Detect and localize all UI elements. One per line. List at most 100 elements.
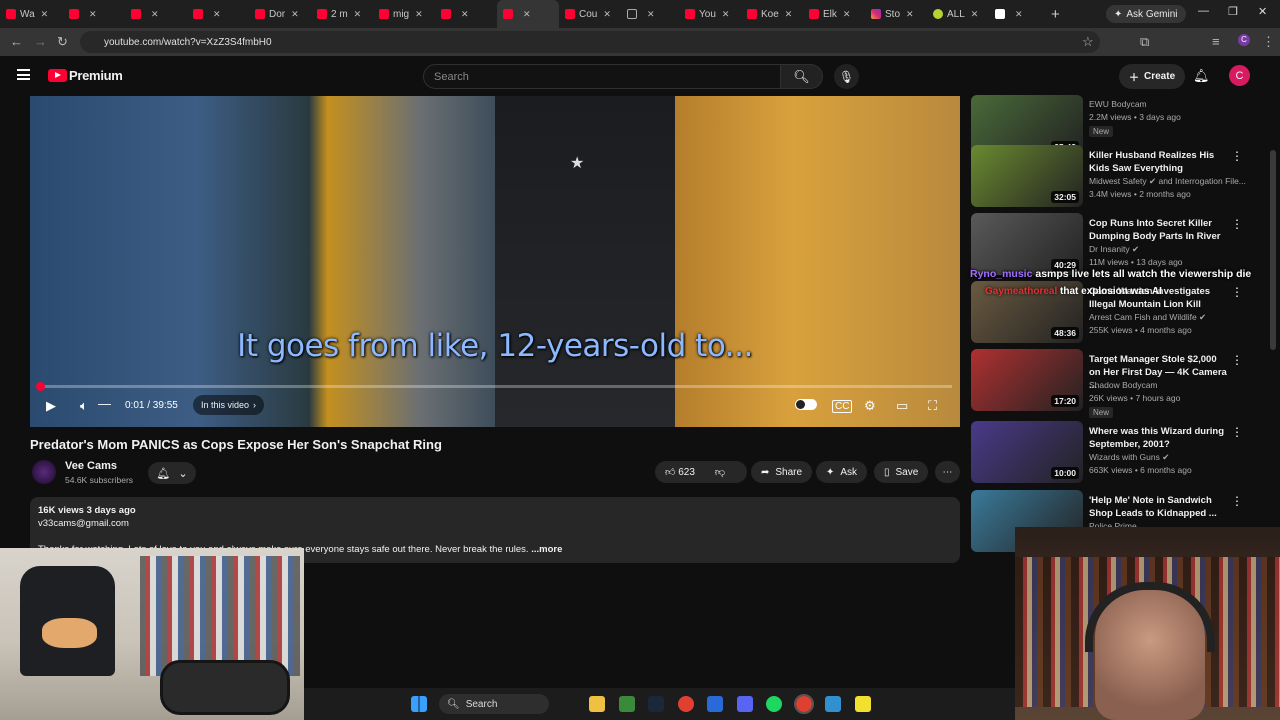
bookmark-star-icon[interactable]: ☆ xyxy=(1082,34,1094,50)
app-icon[interactable] xyxy=(619,696,635,712)
notifications-bell-icon[interactable]: 🔔︎ xyxy=(1193,68,1210,84)
tab-close-icon[interactable]: ✕ xyxy=(213,9,221,20)
miniplayer-icon[interactable]: ▭ xyxy=(896,398,908,414)
chrome-menu-icon[interactable]: ⋮ xyxy=(1262,34,1275,50)
in-this-video-button[interactable]: In this video › xyxy=(193,395,265,415)
windows-start-icon[interactable] xyxy=(411,696,427,712)
browser-tab[interactable]: Cou ✕ xyxy=(559,0,621,28)
volume-icon[interactable]: 🔈︎ xyxy=(80,398,88,414)
recommended-title[interactable]: 'Help Me' Note in Sandwich Shop Leads to… xyxy=(1089,494,1229,520)
browser-tab[interactable]: Elk ✕ xyxy=(803,0,865,28)
channel-name[interactable]: Vee Cams xyxy=(65,460,117,472)
more-options-icon[interactable]: ⋮ xyxy=(1231,353,1243,367)
media-control-icon[interactable]: ≡ xyxy=(1212,34,1220,49)
browser-tab[interactable]: Sto ✕ xyxy=(865,0,927,28)
recommended-channel[interactable]: Midwest Safety ✔ and Interrogation File.… xyxy=(1089,176,1246,187)
tab-close-icon[interactable]: ✕ xyxy=(41,9,49,20)
search-button[interactable]: 🔍︎ xyxy=(781,64,823,89)
tab-close-icon[interactable]: ✕ xyxy=(354,9,362,20)
more-options-icon[interactable]: ⋮ xyxy=(1231,425,1243,439)
more-link[interactable]: ...more xyxy=(529,544,562,555)
browser-tab[interactable]: Wa ✕ xyxy=(0,0,63,28)
app-icon-3[interactable] xyxy=(825,696,841,712)
create-button[interactable]: ＋ Create xyxy=(1119,64,1186,89)
back-icon[interactable]: ← xyxy=(10,34,23,49)
voice-search-button[interactable]: 🎙︎ xyxy=(834,64,859,89)
tab-close-icon[interactable]: ✕ xyxy=(722,9,730,20)
like-button[interactable]: 👍︎ 623 xyxy=(665,466,695,478)
tab-close-icon[interactable]: ✕ xyxy=(971,9,979,20)
more-options-icon[interactable]: ⋮ xyxy=(1231,149,1243,163)
dislike-icon[interactable]: 👎︎ xyxy=(715,466,725,478)
hamburger-menu-icon[interactable] xyxy=(17,69,30,80)
tab-close-icon[interactable]: ✕ xyxy=(1015,9,1023,20)
recommended-channel[interactable]: Wizards with Guns ✔ xyxy=(1089,452,1169,463)
progress-bar[interactable] xyxy=(38,385,952,388)
recommended-video[interactable]: 17:20 Target Manager Stole $2,000 on Her … xyxy=(971,349,1251,418)
tab-close-icon[interactable]: ✕ xyxy=(603,9,611,20)
video-thumbnail[interactable]: 32:05 xyxy=(971,145,1083,207)
video-thumbnail[interactable]: 17:20 xyxy=(971,349,1083,411)
channel-email[interactable]: v33cams@gmail.com xyxy=(38,518,129,529)
browser-tab[interactable]: ✕ xyxy=(435,0,497,28)
browser-tab[interactable]: Dor ✕ xyxy=(249,0,311,28)
browser-tab[interactable]: ✕ xyxy=(989,0,1047,28)
chrome-active-icon[interactable] xyxy=(794,694,814,714)
browser-tab[interactable]: ALL ✕ xyxy=(927,0,989,28)
browser-tab[interactable]: ✕ xyxy=(125,0,187,28)
recommended-channel[interactable]: Shadow Bodycam xyxy=(1089,380,1158,390)
search-input[interactable]: Search xyxy=(423,64,781,89)
steam-icon[interactable] xyxy=(648,696,664,712)
minimize-icon[interactable]: — xyxy=(1198,5,1209,17)
recommended-channel[interactable]: EWU Bodycam xyxy=(1089,99,1147,109)
save-button[interactable]: ▯ Save xyxy=(874,461,929,483)
recommended-channel[interactable]: Dr Insanity ✔ xyxy=(1089,244,1139,255)
browser-tab[interactable]: You ✕ xyxy=(679,0,741,28)
more-options-icon[interactable]: ⋮ xyxy=(1231,494,1243,508)
page-scrollbar[interactable] xyxy=(1270,150,1276,350)
discord-icon[interactable] xyxy=(737,696,753,712)
tab-close-icon[interactable]: ✕ xyxy=(151,9,159,20)
subscribed-bell-button[interactable]: 🔔︎ ⌄ xyxy=(148,462,196,484)
chrome-icon[interactable] xyxy=(678,696,694,712)
tab-close-icon[interactable]: ✕ xyxy=(647,9,655,20)
tab-close-icon[interactable]: ✕ xyxy=(906,9,914,20)
browser-tab[interactable]: ✕ xyxy=(63,0,125,28)
app-icon-2[interactable] xyxy=(707,696,723,712)
play-icon[interactable]: ▶ xyxy=(46,398,56,414)
more-options-icon[interactable]: ⋮ xyxy=(1231,217,1243,231)
taskbar-search[interactable]: 🔍︎ Search xyxy=(439,694,549,714)
browser-tab[interactable]: ✕ xyxy=(621,0,679,28)
tab-close-icon[interactable]: ✕ xyxy=(785,9,793,20)
browser-tab[interactable]: Koe ✕ xyxy=(741,0,803,28)
account-avatar[interactable]: C xyxy=(1229,65,1250,86)
premium-logo-text[interactable]: Premium xyxy=(69,68,123,83)
app-icon-4[interactable] xyxy=(855,696,871,712)
recommended-title[interactable]: Cop Runs Into Secret Killer Dumping Body… xyxy=(1089,217,1229,243)
url-bar[interactable]: youtube.com/watch?v=XzZ3S4fmbH0 xyxy=(80,31,1100,53)
spotify-icon[interactable] xyxy=(766,696,782,712)
tab-close-icon[interactable]: ✕ xyxy=(89,9,97,20)
youtube-logo-icon[interactable] xyxy=(48,69,67,82)
recommended-title[interactable]: Where was this Wizard during September, … xyxy=(1089,425,1229,451)
new-tab-icon[interactable]: + xyxy=(1051,6,1060,23)
tab-close-icon[interactable]: ✕ xyxy=(523,9,531,20)
autoplay-toggle[interactable] xyxy=(795,399,817,410)
scrubber-handle[interactable] xyxy=(36,382,45,391)
recommended-title[interactable]: Killer Husband Realizes His Kids Saw Eve… xyxy=(1089,149,1229,175)
restore-icon[interactable]: ❐ xyxy=(1228,5,1238,18)
ask-button[interactable]: ✦ Ask xyxy=(816,461,868,483)
recommended-video[interactable]: 10:00 Where was this Wizard during Septem… xyxy=(971,421,1251,485)
more-options-icon[interactable]: ⋮ xyxy=(1231,285,1243,299)
volume-slider[interactable]: — xyxy=(98,396,111,411)
video-thumbnail[interactable]: 10:00 xyxy=(971,421,1083,483)
more-actions-button[interactable]: ⋯ xyxy=(935,461,960,483)
recommended-video[interactable]: 32:05 Killer Husband Realizes His Kids Sa… xyxy=(971,145,1251,209)
profile-avatar[interactable]: C xyxy=(1238,34,1250,46)
settings-gear-icon[interactable]: ⚙ xyxy=(864,398,876,414)
forward-icon[interactable]: → xyxy=(34,34,47,49)
recommended-channel[interactable]: Arrest Cam Fish and Wildlife ✔ xyxy=(1089,312,1206,323)
extensions-icon[interactable]: ⧉ xyxy=(1140,34,1149,50)
ask-gemini-button[interactable]: ✦ Ask Gemini xyxy=(1106,5,1186,23)
fullscreen-icon[interactable]: ⛶ xyxy=(928,398,937,414)
